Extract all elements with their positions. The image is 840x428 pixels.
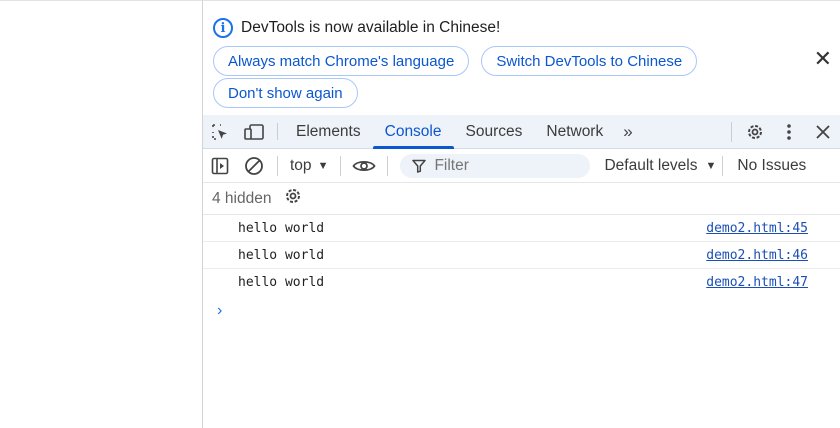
log-message: hello world bbox=[238, 220, 325, 236]
tab-network[interactable]: Network bbox=[534, 115, 615, 148]
context-selector[interactable]: top ▼ bbox=[284, 157, 334, 175]
log-source-link[interactable]: demo2.html:46 bbox=[706, 248, 808, 263]
log-entry: hello world demo2.html:46 bbox=[203, 242, 840, 269]
log-message: hello world bbox=[238, 275, 325, 290]
toolbar-divider bbox=[277, 123, 278, 140]
tab-elements[interactable]: Elements bbox=[284, 115, 373, 148]
devtools-tabbar: Elements Console Sources Network » bbox=[203, 115, 840, 149]
console-toolbar: top ▼ Default levels ▼ No Issues bbox=[203, 149, 840, 183]
hidden-messages-row: 4 hidden bbox=[203, 183, 840, 215]
clear-console-icon[interactable] bbox=[237, 149, 271, 183]
filter-input[interactable] bbox=[434, 156, 575, 175]
issues-counter[interactable]: No Issues bbox=[737, 157, 806, 175]
toolbar-divider bbox=[340, 155, 342, 176]
toolbar-divider bbox=[277, 155, 278, 176]
caret-down-icon: ▼ bbox=[705, 159, 717, 172]
toolbar-divider bbox=[722, 155, 724, 176]
log-entry: hello world demo2.html:47 bbox=[203, 269, 840, 296]
log-message: hello world bbox=[238, 247, 325, 263]
more-tabs-icon[interactable]: » bbox=[615, 115, 637, 148]
more-options-icon[interactable] bbox=[772, 123, 806, 141]
infobar-close-icon[interactable]: ✕ bbox=[814, 48, 832, 70]
sidebar-toggle-icon[interactable] bbox=[203, 149, 237, 183]
match-language-button[interactable]: Always match Chrome's language bbox=[213, 46, 470, 76]
caret-down-icon: ▼ bbox=[317, 159, 329, 172]
context-label: top bbox=[290, 156, 312, 174]
log-levels-label: Default levels bbox=[604, 156, 698, 174]
toolbar-divider bbox=[731, 122, 732, 142]
console-settings-gear-icon[interactable] bbox=[283, 186, 303, 211]
log-entry: hello world demo2.html:45 bbox=[203, 215, 840, 242]
close-devtools-icon[interactable] bbox=[806, 125, 840, 139]
log-source-link[interactable]: demo2.html:45 bbox=[706, 221, 808, 236]
log-levels-dropdown[interactable]: Default levels ▼ bbox=[604, 157, 716, 175]
hidden-count: 4 hidden bbox=[212, 189, 272, 207]
inspect-element-icon[interactable] bbox=[203, 115, 237, 148]
live-expression-eye-icon[interactable] bbox=[347, 149, 381, 183]
infobar-message: DevTools is now available in Chinese! bbox=[241, 19, 501, 36]
switch-to-chinese-button[interactable]: Switch DevTools to Chinese bbox=[481, 46, 698, 76]
dont-show-again-button[interactable]: Don't show again bbox=[213, 78, 358, 108]
device-toolbar-icon[interactable] bbox=[237, 115, 271, 148]
info-icon: i bbox=[213, 18, 233, 38]
tab-console[interactable]: Console bbox=[372, 115, 454, 149]
prompt-chevron-icon: › bbox=[217, 302, 223, 319]
tab-sources[interactable]: Sources bbox=[454, 115, 535, 148]
filter-box[interactable] bbox=[400, 153, 591, 178]
filter-funnel-icon bbox=[412, 159, 427, 173]
log-source-link[interactable]: demo2.html:47 bbox=[706, 275, 808, 290]
inspected-page bbox=[0, 0, 202, 428]
console-prompt[interactable]: › bbox=[203, 296, 840, 326]
toolbar-divider bbox=[387, 155, 389, 176]
language-infobar: i DevTools is now available in Chinese! … bbox=[203, 1, 840, 115]
devtools-panel: i DevTools is now available in Chinese! … bbox=[202, 0, 840, 428]
console-log: hello world demo2.html:45 hello world de… bbox=[203, 215, 840, 326]
settings-gear-icon[interactable] bbox=[738, 122, 772, 142]
